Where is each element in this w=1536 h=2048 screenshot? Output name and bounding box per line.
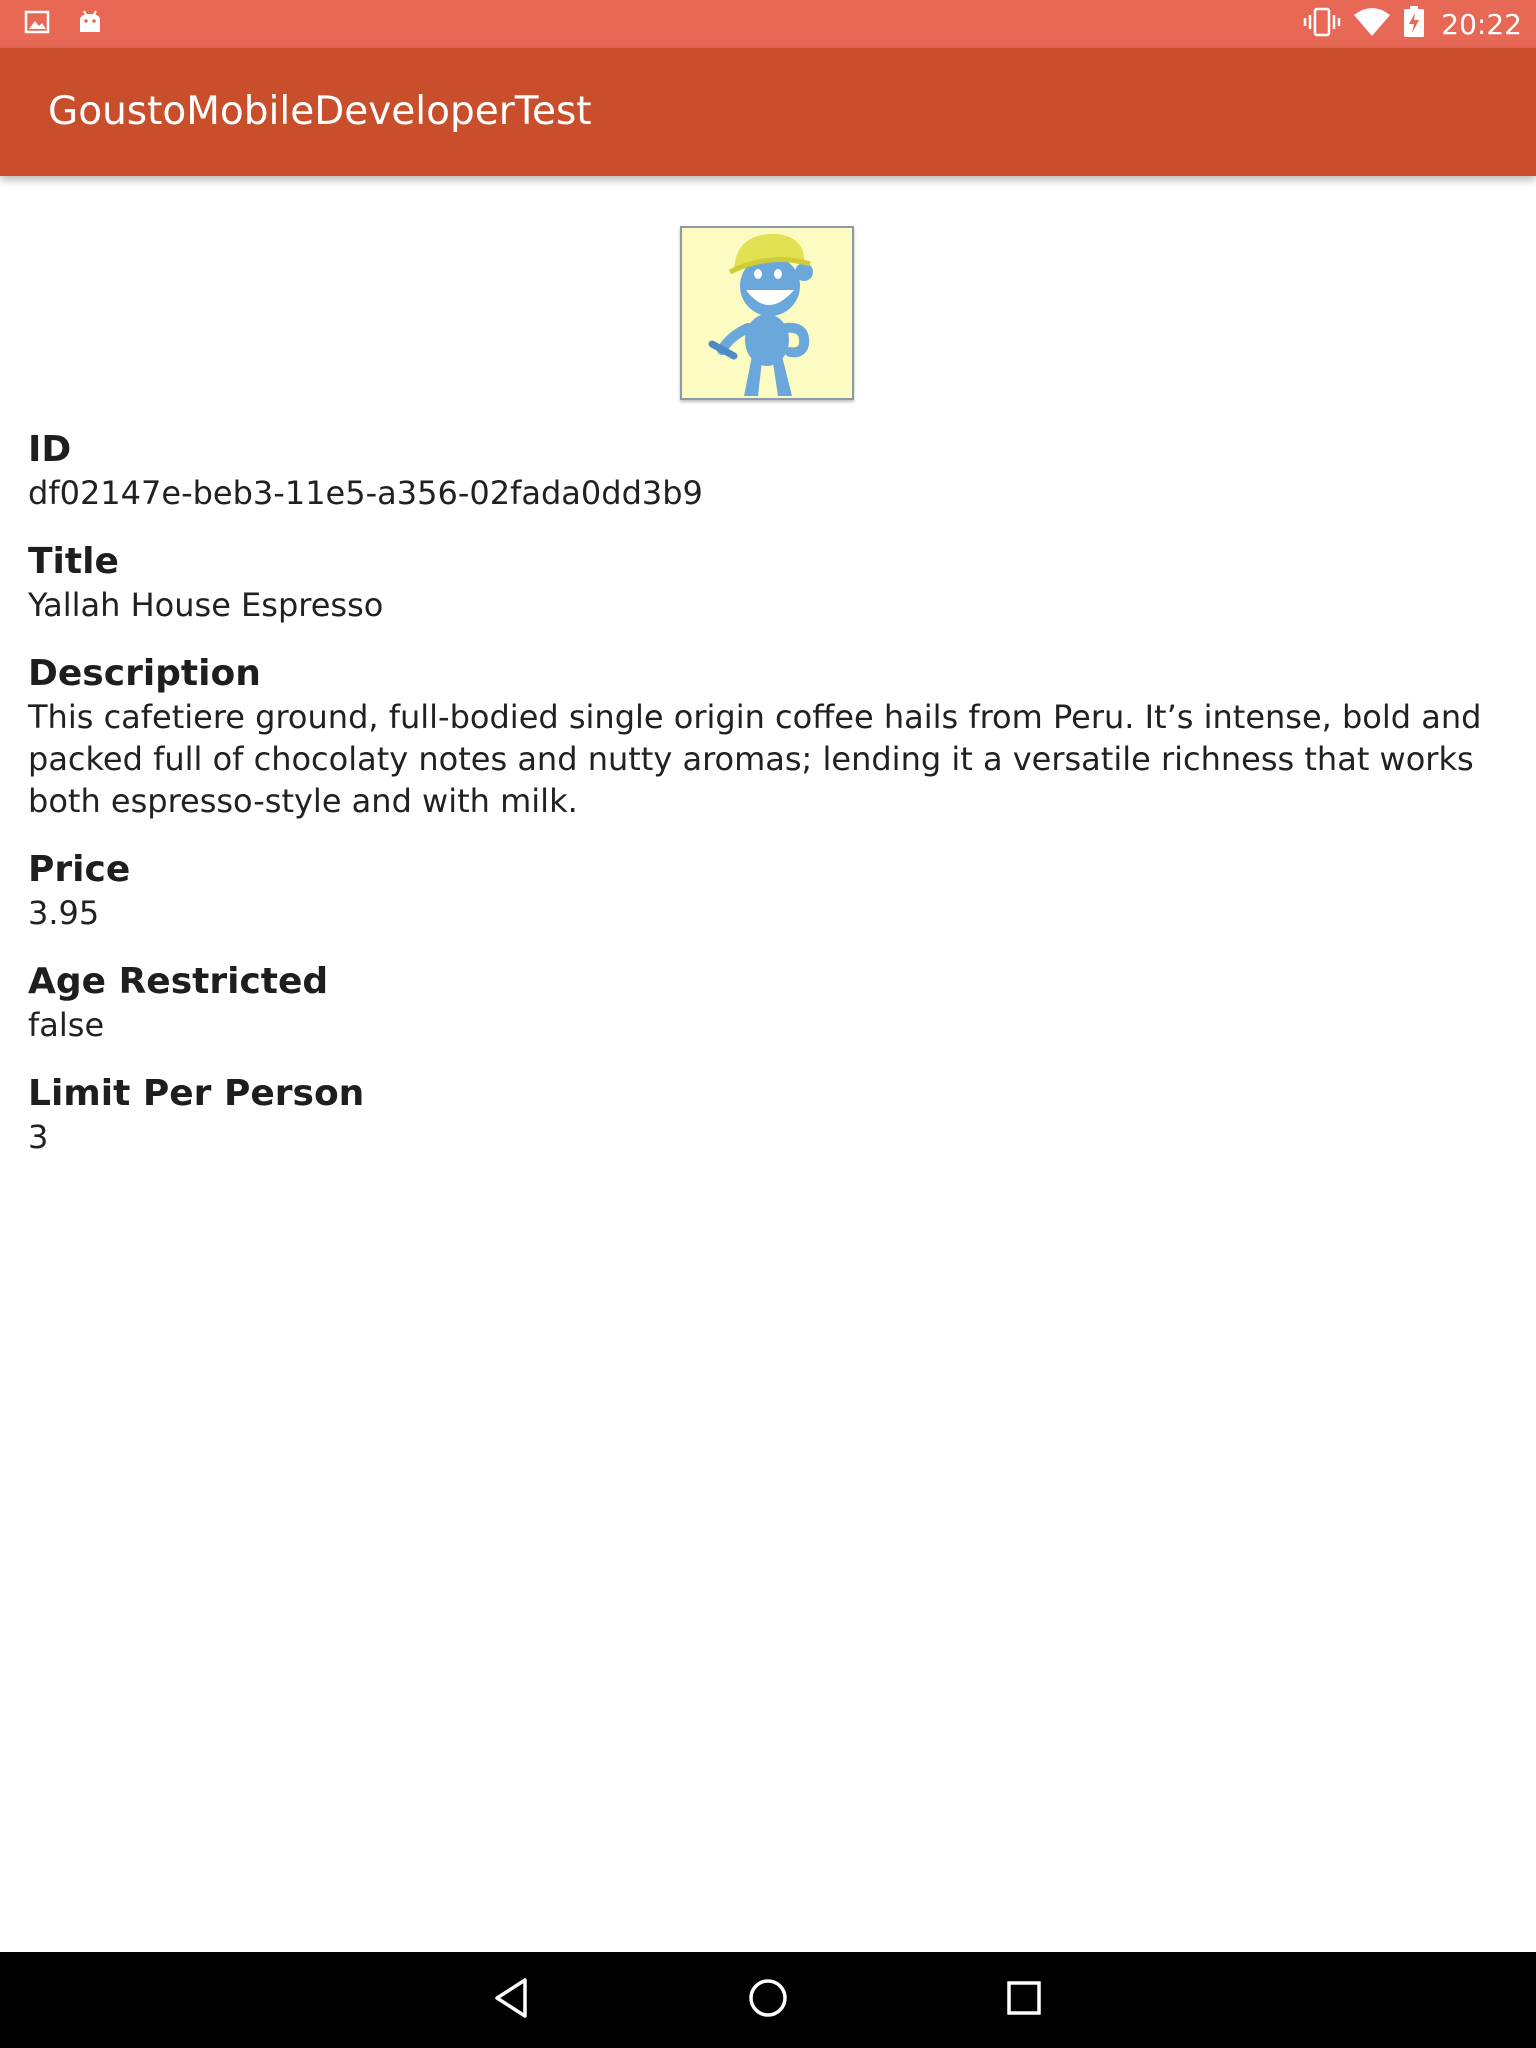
app-bar: GoustoMobileDeveloperTest [0,48,1536,176]
wifi-icon [1353,7,1391,42]
field-age-restricted: Age Restricted false [28,960,1518,1046]
field-value: 3 [28,1118,49,1156]
field-price: Price 3.95 [28,848,1518,934]
field-label: Price [28,849,131,890]
field-value: This cafetiere ground, full-bodied singl… [28,698,1482,820]
status-clock: 20:22 [1441,7,1522,41]
field-value: 3.95 [28,894,100,932]
field-label: Title [28,541,119,582]
recents-button[interactable] [996,1972,1052,2028]
field-label: Limit Per Person [28,1073,365,1114]
field-label: Age Restricted [28,961,329,1002]
recents-icon [1004,1978,1044,2023]
android-notification-icon [76,8,104,41]
status-bar: 20:22 [0,0,1536,48]
product-fields: ID df02147e-beb3-11e5-a356-02fada0dd3b9 … [28,428,1518,1184]
system-status-icons: 20:22 [1303,4,1522,44]
field-limit-per-person: Limit Per Person 3 [28,1072,1518,1158]
home-button[interactable] [740,1972,796,2028]
navigation-bar [0,1952,1536,2048]
field-value: df02147e-beb3-11e5-a356-02fada0dd3b9 [28,474,703,512]
back-icon [492,1976,532,2025]
gallery-notification-icon [24,9,50,40]
product-image [680,226,854,400]
field-label: ID [28,429,72,470]
vibrate-icon [1303,7,1341,42]
app-title: GoustoMobileDeveloperTest [48,89,592,134]
field-description: Description This cafetiere ground, full-… [28,652,1518,822]
field-id: ID df02147e-beb3-11e5-a356-02fada0dd3b9 [28,428,1518,514]
field-value: Yallah House Espresso [28,586,384,624]
home-icon [746,1976,790,2025]
field-label: Description [28,653,261,694]
back-button[interactable] [484,1972,540,2028]
field-title: Title Yallah House Espresso [28,540,1518,626]
field-value: false [28,1006,105,1044]
battery-charging-icon [1403,5,1425,43]
notification-icons [24,8,104,41]
